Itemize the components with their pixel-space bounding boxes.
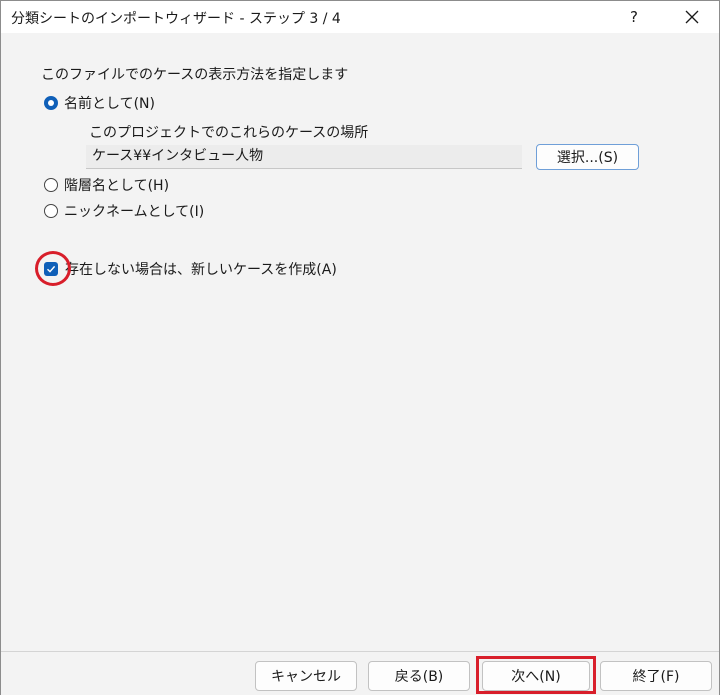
help-button[interactable]: ? bbox=[611, 1, 657, 33]
instruction-heading: このファイルでのケースの表示方法を指定します bbox=[41, 67, 349, 83]
select-location-button[interactable]: 選択...(S) bbox=[536, 144, 639, 170]
next-button[interactable]: 次へ(N) bbox=[482, 661, 590, 691]
close-icon bbox=[685, 10, 699, 24]
title-bar: 分類シートのインポートウィザード - ステップ 3 / 4 ? bbox=[1, 1, 719, 33]
radio-as-nickname-label: ニックネームとして(I) bbox=[64, 204, 205, 220]
radio-as-name-label: 名前として(N) bbox=[64, 96, 155, 112]
case-location-field: ケース¥¥インタビュー人物 bbox=[86, 145, 522, 169]
help-icon: ? bbox=[630, 8, 638, 26]
window-title: 分類シートのインポートウィザード - ステップ 3 / 4 bbox=[11, 11, 341, 27]
cancel-button[interactable]: キャンセル bbox=[255, 661, 357, 691]
import-wizard-dialog: 分類シートのインポートウィザード - ステップ 3 / 4 ? このファイルでの… bbox=[0, 0, 720, 695]
radio-as-name[interactable]: 名前として(N) bbox=[44, 93, 155, 113]
radio-as-hierarchical-name[interactable]: 階層名として(H) bbox=[44, 175, 169, 195]
close-button[interactable] bbox=[669, 1, 715, 33]
back-button[interactable]: 戻る(B) bbox=[368, 661, 470, 691]
create-case-checkbox-label: 存在しない場合は、新しいケースを作成(A) bbox=[65, 262, 337, 278]
create-case-checkbox-row[interactable]: 存在しない場合は、新しいケースを作成(A) bbox=[44, 259, 337, 279]
case-location-label: このプロジェクトでのこれらのケースの場所 bbox=[89, 125, 369, 141]
radio-indicator-checked[interactable] bbox=[44, 96, 58, 110]
radio-indicator[interactable] bbox=[44, 178, 58, 192]
finish-button[interactable]: 終了(F) bbox=[600, 661, 712, 691]
checkmark-icon bbox=[47, 265, 56, 273]
radio-indicator[interactable] bbox=[44, 204, 58, 218]
radio-as-hierarchical-name-label: 階層名として(H) bbox=[64, 178, 170, 194]
create-case-checkbox[interactable] bbox=[44, 262, 58, 276]
radio-as-nickname[interactable]: ニックネームとして(I) bbox=[44, 201, 204, 221]
